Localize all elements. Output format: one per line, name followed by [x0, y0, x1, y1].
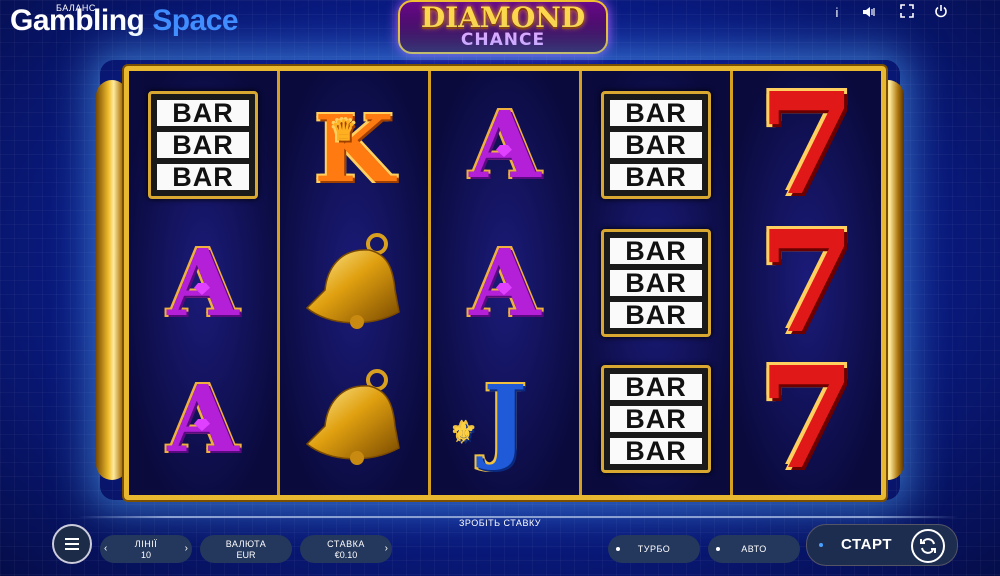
- chevron-right-icon[interactable]: ›: [185, 543, 188, 554]
- bar-symbol: BAR BAR BAR: [582, 215, 730, 351]
- fleur-de-lis-icon: ⚜: [452, 418, 476, 448]
- reel-3: A A ⚜J: [431, 71, 582, 495]
- seven-symbol: 7: [758, 63, 856, 227]
- chevron-right-icon[interactable]: ›: [385, 543, 388, 554]
- reel-grid: BARBARBAR A A ♛K: [124, 66, 886, 500]
- bar-symbol: BAR BAR BAR: [582, 351, 730, 487]
- letter-j-symbol: ⚜ J: [431, 351, 579, 487]
- turbo-label: ТУРБО: [637, 544, 671, 554]
- currency-label: ВАЛЮТА: [225, 539, 267, 549]
- start-indicator: [819, 543, 823, 547]
- sound-icon[interactable]: [860, 4, 878, 22]
- lines-selector[interactable]: ‹ ЛІНІЇ 10 ›: [100, 535, 192, 563]
- seven-symbol: 7: [758, 337, 856, 501]
- auto-indicator: [716, 547, 720, 551]
- letter-k-symbol: ♛ K: [280, 81, 428, 217]
- bar-symbol: BAR BAR BAR: [582, 77, 730, 213]
- fullscreen-icon[interactable]: [898, 4, 916, 22]
- crown-icon: ♛: [331, 114, 357, 147]
- start-button[interactable]: СТАРТ: [806, 524, 958, 566]
- game-logo: DIAMOND CHANCE: [398, 0, 608, 54]
- logo-line1: DIAMOND: [420, 1, 586, 34]
- bell-symbol: [280, 351, 428, 487]
- lines-value: 10: [140, 550, 151, 560]
- hamburger-icon: [65, 538, 79, 550]
- start-label: СТАРТ: [841, 536, 892, 553]
- reel-5: 7 7 7: [733, 71, 881, 495]
- letter-a-symbol: A: [431, 77, 579, 213]
- reel-1: BARBARBAR A A: [129, 71, 280, 495]
- bell-icon: [305, 369, 400, 465]
- stake-value: €0.10: [334, 550, 358, 560]
- info-icon[interactable]: i: [828, 4, 846, 22]
- letter-a-symbol: A: [431, 215, 579, 351]
- bell-symbol: [280, 215, 428, 351]
- seven-symbol: 7: [758, 201, 856, 365]
- auto-label: АВТО: [741, 544, 767, 554]
- watermark-logo: Gambling Space: [10, 4, 239, 37]
- power-icon[interactable]: [932, 4, 950, 22]
- turbo-button[interactable]: ТУРБО: [608, 535, 700, 563]
- turbo-indicator: [616, 547, 620, 551]
- stake-selector[interactable]: СТАВКА €0.10 ›: [300, 535, 392, 563]
- logo-line2: CHANCE: [460, 30, 546, 50]
- menu-button[interactable]: [52, 524, 92, 564]
- bar-symbol: BAR BAR BAR: [129, 77, 277, 213]
- auto-button[interactable]: АВТО: [708, 535, 800, 563]
- balance-label: БАЛАНС: [56, 3, 96, 13]
- reel-2: ♛ K: [280, 71, 431, 495]
- bell-icon: [305, 233, 400, 329]
- chevron-left-icon[interactable]: ‹: [104, 543, 107, 554]
- letter-a-symbol: A: [129, 351, 277, 487]
- currency-selector[interactable]: ВАЛЮТА EUR: [200, 535, 292, 563]
- letter-a-symbol: A: [129, 215, 277, 351]
- lines-label: ЛІНІЇ: [134, 539, 158, 549]
- reel-4: BAR BAR BAR BAR BAR BAR BAR BAR BAR: [582, 71, 733, 495]
- currency-value: EUR: [236, 550, 256, 560]
- spin-icon[interactable]: [911, 529, 945, 563]
- stake-label: СТАВКА: [327, 539, 365, 549]
